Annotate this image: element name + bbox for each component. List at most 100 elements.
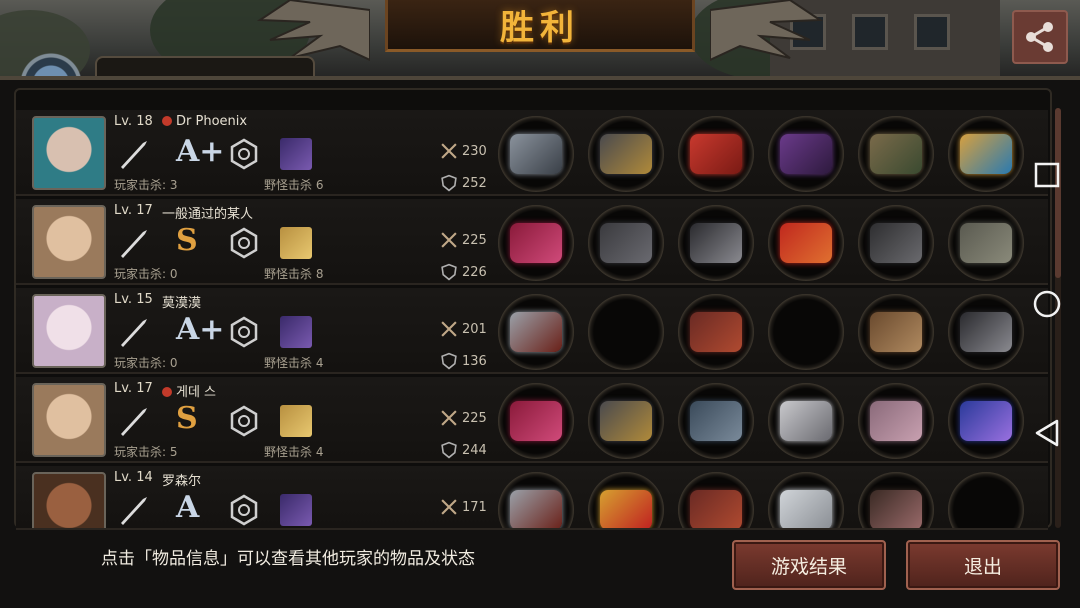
shield-icon xyxy=(441,174,457,192)
player-name-text: 一般通过的某人 xyxy=(162,207,254,222)
player-level: Lv. 14 xyxy=(114,470,153,485)
back-button[interactable] xyxy=(1030,416,1064,450)
country-flag-icon xyxy=(162,116,172,126)
jacket-red-item-icon xyxy=(690,134,742,174)
wrap-camo-item-icon xyxy=(870,134,922,174)
boots-floral-item-icon xyxy=(870,490,922,528)
equipment-slot[interactable] xyxy=(768,383,844,459)
hexagon-skill-icon xyxy=(226,492,262,528)
player-name-text: Dr Phoenix xyxy=(176,114,248,129)
defense-stat: 136 xyxy=(440,352,487,370)
attack-value: 225 xyxy=(462,232,487,248)
ability-card-icon xyxy=(280,405,312,437)
sword-crimson-item-icon xyxy=(510,401,562,441)
equipment-slot[interactable] xyxy=(678,294,754,370)
equipment-slot[interactable] xyxy=(858,383,934,459)
vest-red-item-icon xyxy=(690,490,742,528)
equipment-slot[interactable] xyxy=(948,116,1024,192)
player-avatar[interactable] xyxy=(32,294,106,368)
equipment-slot[interactable] xyxy=(498,383,574,459)
crossed-swords-icon xyxy=(441,321,457,337)
equipment-slot[interactable] xyxy=(588,116,664,192)
equipment-slot[interactable] xyxy=(498,472,574,528)
ability-card-icon xyxy=(280,316,312,348)
player-level: Lv. 17 xyxy=(114,381,153,396)
equipment-slot[interactable] xyxy=(498,205,574,281)
player-name: 莫漠漠 xyxy=(162,292,201,311)
player-row[interactable]: Lv. 17 一般通过的某人 S 玩家击杀: 0 野怪击杀 8 225 226 xyxy=(16,199,1048,285)
equipment-slot[interactable] xyxy=(948,205,1024,281)
defense-stat: 226 xyxy=(440,263,487,281)
player-kills: 玩家击杀: 5 xyxy=(114,445,178,459)
equipment-slot[interactable] xyxy=(768,116,844,192)
player-avatar[interactable] xyxy=(32,472,106,528)
ability-card-icon xyxy=(280,138,312,170)
gauntlet-purple-item-icon xyxy=(780,134,832,174)
home-button[interactable] xyxy=(1030,287,1064,321)
equipment-slot[interactable] xyxy=(858,116,934,192)
empty-equipment-slot[interactable] xyxy=(588,294,664,370)
game-results-button[interactable]: 游戏结果 xyxy=(732,540,886,590)
exit-button[interactable]: 退出 xyxy=(906,540,1060,590)
dagger-gray-item-icon xyxy=(510,134,562,174)
equipment-slot[interactable] xyxy=(858,294,934,370)
equipment-slot[interactable] xyxy=(768,472,844,528)
equipment-slot[interactable] xyxy=(678,205,754,281)
empty-equipment-slot[interactable] xyxy=(768,294,844,370)
equipment-slot[interactable] xyxy=(588,383,664,459)
hexagon-icon xyxy=(230,405,258,437)
equipment-slot[interactable] xyxy=(948,294,1024,370)
player-name: Dr Phoenix xyxy=(162,114,247,129)
equipment-slot[interactable] xyxy=(768,205,844,281)
equipment-slot[interactable] xyxy=(498,116,574,192)
attack-stat: 201 xyxy=(440,320,487,338)
coat-black-item-icon xyxy=(690,223,742,263)
helmet-black-item-icon xyxy=(600,223,652,263)
spear-steel-item-icon xyxy=(510,490,562,528)
attack-stat: 225 xyxy=(440,409,487,427)
player-level: Lv. 18 xyxy=(114,114,153,129)
share-button[interactable] xyxy=(1012,10,1068,64)
defense-stat: 244 xyxy=(440,441,487,459)
player-name-text: 罗森尔 xyxy=(162,474,202,489)
defense-value: 226 xyxy=(462,264,487,280)
blade-icon xyxy=(121,408,147,436)
player-row[interactable]: Lv. 18 Dr Phoenix A+ 玩家击杀: 3 野怪击杀 6 230 252 xyxy=(16,110,1048,196)
player-avatar[interactable] xyxy=(32,383,106,457)
player-name: 罗森尔 xyxy=(162,470,201,489)
crossed-swords-icon xyxy=(441,143,457,159)
recent-apps-button[interactable] xyxy=(1030,158,1064,192)
equipment-slot[interactable] xyxy=(858,472,934,528)
grade-badge: A+ xyxy=(176,134,225,169)
defense-stat: 252 xyxy=(440,174,487,192)
hexagon-skill-icon xyxy=(226,403,262,439)
equipment-slot[interactable] xyxy=(588,472,664,528)
equipment-slot[interactable] xyxy=(678,116,754,192)
attack-value: 225 xyxy=(462,410,487,426)
helmet-dark-item-icon xyxy=(600,134,652,174)
equipment-slot[interactable] xyxy=(948,383,1024,459)
equipment-slot[interactable] xyxy=(858,205,934,281)
player-avatar[interactable] xyxy=(32,205,106,279)
player-kills: 玩家击杀: 0 xyxy=(114,356,178,370)
player-row[interactable]: Lv. 15 莫漠漠 A+ 玩家击杀: 0 野怪击杀 4 201 136 xyxy=(16,288,1048,374)
necklace-red-item-icon xyxy=(780,223,832,263)
attack-value: 201 xyxy=(462,321,487,337)
attack-stat: 230 xyxy=(440,142,487,160)
hexagon-icon xyxy=(230,138,258,170)
grade-badge: S xyxy=(176,223,198,258)
equipment-slot[interactable] xyxy=(678,472,754,528)
equipment-slot[interactable] xyxy=(678,383,754,459)
attack-stat: 171 xyxy=(440,498,487,516)
player-avatar[interactable] xyxy=(32,116,106,190)
equipment-slot[interactable] xyxy=(588,205,664,281)
share-icon xyxy=(1026,22,1053,52)
crown-gold-item-icon xyxy=(600,490,652,528)
equipment-slot[interactable] xyxy=(498,294,574,370)
player-row[interactable]: Lv. 14罗森尔A171192 xyxy=(16,466,1048,530)
player-row[interactable]: Lv. 17 게데 스 S 玩家击杀: 5 野怪击杀 4 225 244 xyxy=(16,377,1048,463)
earring-gold-item-icon xyxy=(960,134,1012,174)
crossed-swords-icon xyxy=(441,410,457,426)
empty-equipment-slot[interactable] xyxy=(948,472,1024,528)
weapon-type-icon xyxy=(116,314,152,350)
